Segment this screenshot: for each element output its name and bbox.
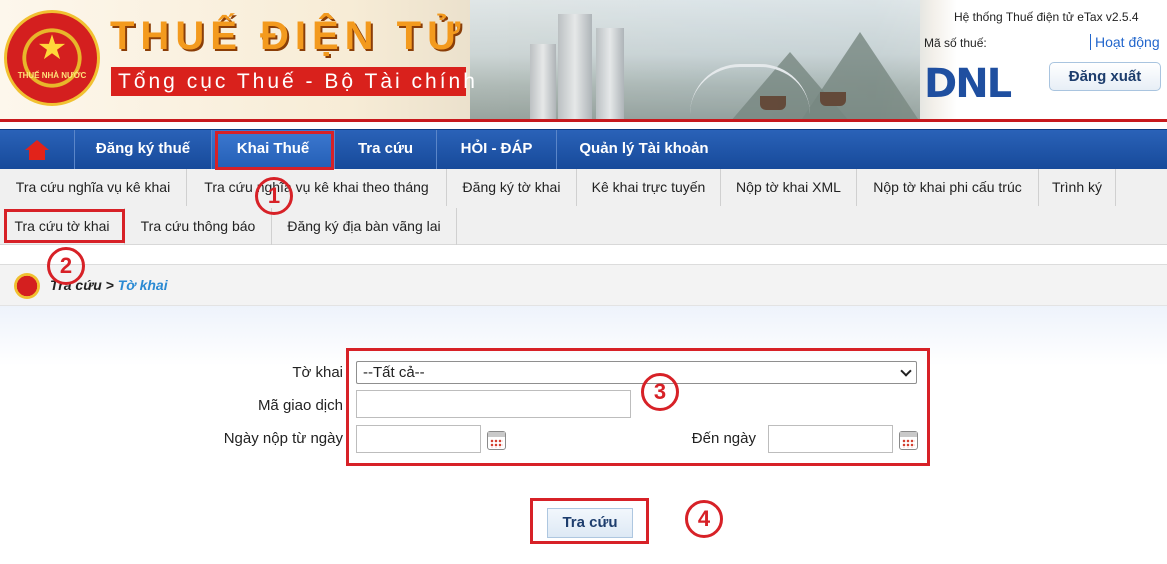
main-navigation: Đăng ký thuế Khai Thuế Tra cứu HỎI - ĐÁP… (0, 129, 1167, 170)
subnav-item[interactable]: Kê khai trực tuyến (577, 169, 721, 206)
boat-shape (760, 96, 786, 110)
status-link[interactable]: Hoạt động (1090, 34, 1160, 50)
breadcrumb: Tra cứu > Tờ khai (0, 264, 1167, 306)
subnav-item[interactable]: Tra cứu nghĩa vụ kê khai (0, 169, 187, 206)
from-date-label: Ngày nộp từ ngày (223, 430, 343, 447)
subnav-item[interactable]: Đăng ký tờ khai (447, 169, 577, 206)
nav-item-lookup[interactable]: Tra cứu (335, 130, 437, 170)
header-banner: ★ THUẾ NHÀ NƯỚC THUẾ ĐIỆN TỬ Tổng cục Th… (0, 0, 1167, 122)
subnav-item[interactable]: Đăng ký địa bàn vãng lai (272, 208, 457, 245)
annotation-box-tax-declaration (215, 131, 334, 170)
page: ★ THUẾ NHÀ NƯỚC THUẾ ĐIỆN TỬ Tổng cục Th… (0, 0, 1167, 564)
annotation-number-3: 3 (641, 373, 679, 411)
subnav-item[interactable]: Nộp tờ khai phi cấu trúc (857, 169, 1039, 206)
building-shape (530, 44, 556, 122)
subnav-item[interactable]: Tra cứu thông báo (125, 208, 272, 245)
breadcrumb-current: Tờ khai (117, 277, 168, 293)
subnav-item[interactable]: Trình ký (1039, 169, 1116, 206)
annotation-box-search-button (530, 498, 649, 544)
logout-button[interactable]: Đăng xuất (1049, 62, 1161, 91)
header-divider (0, 119, 1167, 122)
banner-scenery (470, 0, 920, 122)
site-title: THUẾ ĐIỆN TỬ (110, 14, 467, 58)
breadcrumb-emblem-icon (14, 273, 40, 299)
annotation-number-4: 4 (685, 500, 723, 538)
boat-shape (820, 92, 846, 106)
site-subtitle: Tổng cục Thuế - Bộ Tài chính (118, 70, 478, 93)
nav-home[interactable] (0, 130, 75, 170)
emblem-text: THUẾ NHÀ NƯỚC (17, 71, 87, 80)
annotation-number-1: 1 (255, 177, 293, 215)
building-shape (558, 14, 592, 122)
star-icon: ★ (36, 29, 68, 67)
system-version: Hệ thống Thuế điện tử eTax v2.5.4 (954, 10, 1139, 24)
company-logo: DNL (924, 61, 1012, 107)
subnav-item[interactable]: Nộp tờ khai XML (721, 169, 857, 206)
tax-emblem-logo: ★ THUẾ NHÀ NƯỚC (4, 10, 100, 106)
annotation-number-2: 2 (47, 247, 85, 285)
annotation-box-declaration-lookup (4, 209, 125, 243)
annotation-box-search-fields (346, 348, 930, 466)
tax-code-label: Mã số thuế: (924, 36, 987, 50)
nav-item-account-management[interactable]: Quản lý Tài khoản (557, 130, 731, 170)
declaration-label: Tờ khai (292, 364, 343, 381)
nav-item-tax-registration[interactable]: Đăng ký thuế (75, 130, 212, 170)
subnav-item[interactable]: Tra cứu nghĩa vụ kê khai theo tháng (187, 169, 447, 206)
sub-navigation: Tra cứu nghĩa vụ kê khai Tra cứu nghĩa v… (0, 169, 1167, 245)
nav-item-faq[interactable]: HỎI - ĐÁP (437, 130, 557, 170)
home-icon (25, 140, 49, 160)
breadcrumb-separator: > (105, 277, 114, 293)
building-shape (596, 28, 624, 122)
transaction-code-label: Mã giao dịch (257, 397, 343, 414)
mountain-shape (800, 32, 920, 122)
